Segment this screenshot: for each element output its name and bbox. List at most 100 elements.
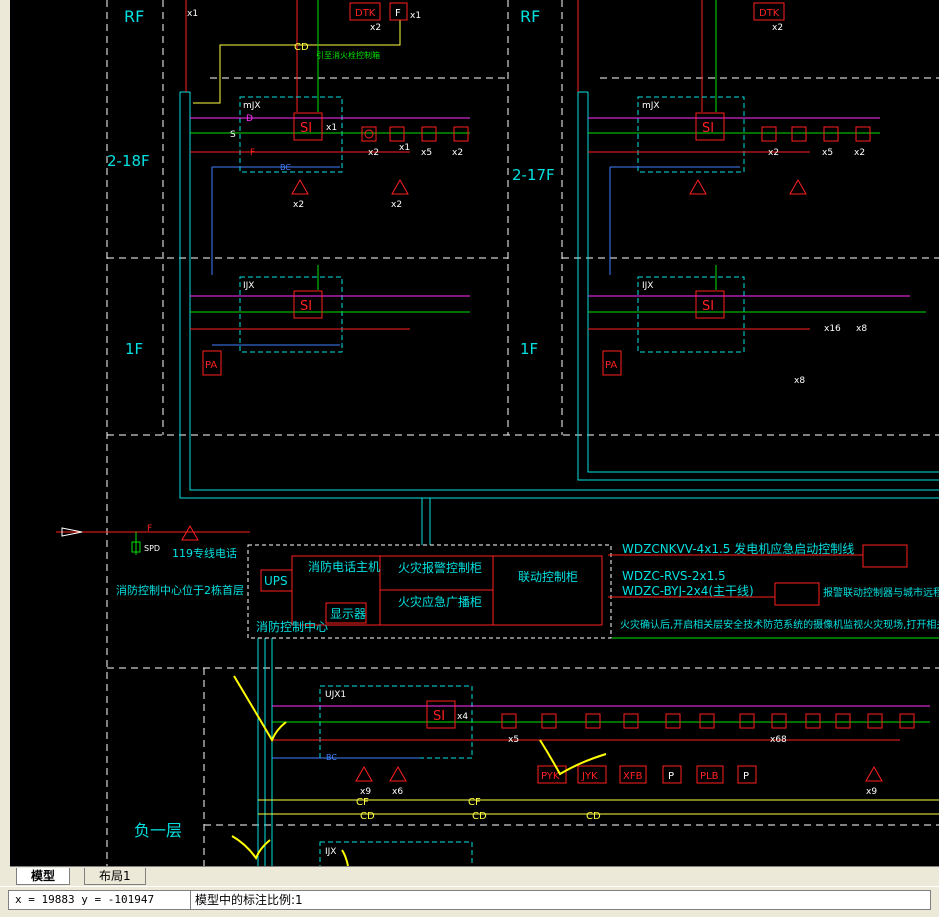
count-label: x4 bbox=[457, 712, 468, 722]
basement-block: UJX1 SI x4 BC PYK JYK XFB P PLB P x5 x68… bbox=[272, 685, 930, 866]
si-module: SI bbox=[300, 299, 312, 314]
pa-box: PA bbox=[605, 360, 617, 371]
control-center-label: 消防控制中心 bbox=[256, 619, 328, 634]
line-tag: BC bbox=[326, 753, 337, 762]
red-risers bbox=[185, 0, 703, 112]
display-box: 显示器 bbox=[330, 607, 366, 621]
count-label: x1 bbox=[326, 123, 337, 133]
line-tag: F bbox=[250, 148, 255, 158]
left-frame bbox=[0, 0, 10, 886]
city-note: 报警联动控制器与城市远程监控 bbox=[823, 586, 939, 599]
cable-notes: WDZCNKVV-4x1.5 发电机应急启动控制线 WDZC-RVS-2x1.5… bbox=[608, 541, 939, 639]
cad-application: RF RF DTK F x1 x2 x1 DTK x2 CD 引至消火栓控制箱 … bbox=[0, 0, 939, 917]
fire-note: 火灾确认后,开启相关层安全技术防范系统的摄像机监视火灾现场,打开相关门禁 bbox=[620, 618, 939, 631]
count-label: x2 bbox=[370, 23, 381, 33]
floor-block-1f-right: IJX SI PA x16 x8 x8 bbox=[588, 276, 926, 386]
count-label: x9 bbox=[360, 787, 371, 797]
count-label: x1 bbox=[399, 143, 410, 153]
box-tag: IJX bbox=[642, 281, 653, 291]
coordinate-readout: x = 19883 y = -101947 bbox=[8, 890, 192, 910]
line-tag: S bbox=[230, 130, 236, 140]
cd-label: CD bbox=[472, 811, 487, 822]
layout-tab-bar: 模型 布局1 bbox=[10, 866, 939, 887]
pyk-box: PYK bbox=[541, 771, 560, 782]
count-label: x2 bbox=[452, 148, 463, 158]
count-label: x68 bbox=[770, 735, 787, 745]
phone-host-label: 消防电话主机 bbox=[308, 559, 380, 574]
count-label: x16 bbox=[824, 324, 841, 334]
yellow-wires bbox=[193, 20, 939, 815]
box-tag: mJX bbox=[642, 101, 660, 111]
pa-box: PA bbox=[205, 360, 217, 371]
box-tag: IJX bbox=[243, 281, 254, 291]
fan-note: 引至消火栓控制箱 bbox=[316, 50, 380, 60]
f-label: F bbox=[395, 8, 401, 19]
count-label: x2 bbox=[854, 148, 865, 158]
dtk-label: DTK bbox=[759, 8, 780, 19]
floor-block-2-18f: mJX D S F SI x1 BC x2 x1 x5 x2 x2 x2 bbox=[190, 96, 470, 275]
linkage-cabinet-label: 联动控制柜 bbox=[518, 570, 578, 584]
floor-label-1f-right: 1F bbox=[520, 340, 538, 358]
hotline-label: 119专线电话 bbox=[172, 546, 237, 560]
alarm-cabinet-label: 火灾报警控制柜 bbox=[398, 560, 482, 575]
cable-note-2: WDZC-RVS-2x1.5 bbox=[622, 569, 726, 583]
count-label: x2 bbox=[768, 148, 779, 158]
count-label: x5 bbox=[421, 148, 432, 158]
floor-label-basement: 负一层 bbox=[134, 821, 182, 840]
line-tag: F bbox=[147, 524, 152, 534]
cf-label: CF bbox=[468, 797, 481, 808]
tab-model[interactable]: 模型 bbox=[16, 868, 71, 885]
count-label: x1 bbox=[187, 9, 198, 19]
box-tag: IJX bbox=[325, 847, 336, 857]
box-tag: mJX bbox=[243, 101, 261, 111]
cf-label: CF bbox=[356, 797, 369, 808]
annotation-scale-readout: 模型中的标注比例:1 bbox=[190, 890, 931, 910]
center-note: 消防控制中心位于2栋首层 bbox=[116, 583, 244, 597]
line-tag: D bbox=[246, 114, 253, 124]
floor-label-rf-left: RF bbox=[124, 7, 144, 26]
count-label: x2 bbox=[391, 200, 402, 210]
cd-label: CD bbox=[294, 42, 309, 53]
cd-label: CD bbox=[360, 811, 375, 822]
fire-system-diagram[interactable]: RF RF DTK F x1 x2 x1 DTK x2 CD 引至消火栓控制箱 … bbox=[10, 0, 939, 866]
cable-note-3: WDZC-BYJ-2x4(主干线) bbox=[622, 584, 754, 598]
status-bar: x = 19883 y = -101947 模型中的标注比例:1 bbox=[0, 886, 939, 917]
line-tag: BC bbox=[280, 163, 291, 172]
ups-box: UPS bbox=[264, 574, 288, 588]
hotline-group: SPD F 119专线电话 消防控制中心位于2栋首层 bbox=[56, 524, 250, 597]
plb-box: PLB bbox=[700, 771, 719, 782]
tab-layout1[interactable]: 布局1 bbox=[84, 868, 146, 885]
count-label: x8 bbox=[794, 376, 805, 386]
count-label: x2 bbox=[293, 200, 304, 210]
count-label: x1 bbox=[410, 11, 421, 21]
green-risers bbox=[317, 0, 717, 290]
count-label: x5 bbox=[822, 148, 833, 158]
si-module: SI bbox=[702, 121, 714, 136]
dtk-label: DTK bbox=[355, 8, 376, 19]
cd-label: CD bbox=[586, 811, 601, 822]
si-module: SI bbox=[300, 121, 312, 136]
floor-block-2-17f: mJX SI x2 x5 x2 bbox=[588, 96, 880, 275]
count-label: x5 bbox=[508, 735, 519, 745]
cable-note-1: WDZCNKVV-4x1.5 发电机应急启动控制线 bbox=[622, 541, 854, 556]
floor-label-2-18f: 2-18F bbox=[107, 152, 150, 170]
jyk-box: JYK bbox=[581, 771, 598, 782]
box-tag: UJX1 bbox=[325, 690, 346, 700]
broadcast-cabinet-label: 火灾应急广播柜 bbox=[398, 594, 482, 609]
p-box: P bbox=[668, 771, 674, 782]
count-label: x2 bbox=[368, 148, 379, 158]
si-module: SI bbox=[702, 299, 714, 314]
floor-label-2-17f: 2-17F bbox=[512, 166, 555, 184]
count-label: x2 bbox=[772, 23, 783, 33]
count-label: x8 bbox=[856, 324, 867, 334]
spd-label: SPD bbox=[144, 544, 160, 553]
si-module: SI bbox=[433, 709, 445, 724]
xfb-box: XFB bbox=[623, 771, 643, 782]
floor-block-1f-left: IJX SI PA bbox=[190, 276, 470, 376]
p-box: P bbox=[743, 771, 749, 782]
floor-label-1f-left: 1F bbox=[125, 340, 143, 358]
count-label: x9 bbox=[866, 787, 877, 797]
control-center: UPS 消防电话主机 火灾报警控制柜 联动控制柜 显示器 火灾应急广播柜 消防控… bbox=[247, 544, 612, 639]
count-label: x6 bbox=[392, 787, 403, 797]
drawing-canvas[interactable]: RF RF DTK F x1 x2 x1 DTK x2 CD 引至消火栓控制箱 … bbox=[10, 0, 939, 866]
